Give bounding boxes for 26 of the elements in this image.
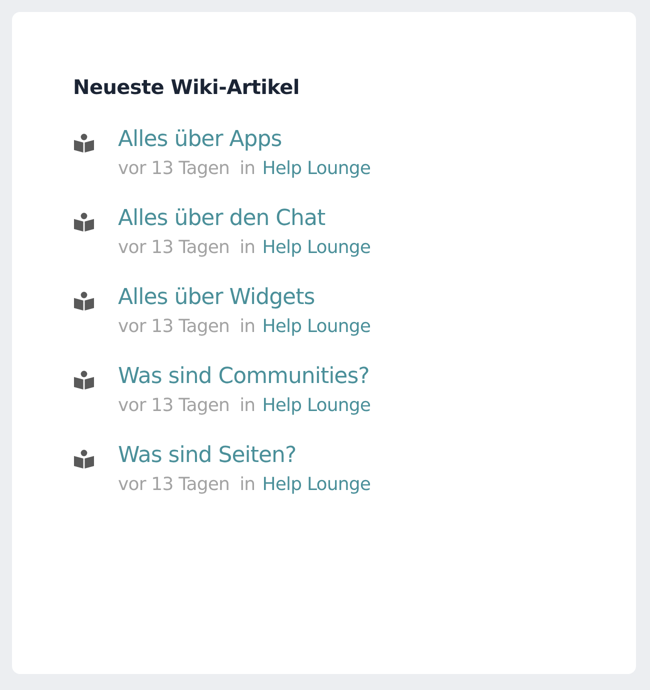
book-reader-icon [73, 291, 95, 311]
book-reader-icon [73, 370, 95, 390]
article-link[interactable]: Alles über Widgets [118, 285, 371, 310]
preposition-text: in [240, 158, 256, 179]
article-age: vor 13 Tagen [118, 158, 230, 179]
article-age: vor 13 Tagen [118, 395, 230, 416]
preposition-text: in [240, 395, 256, 416]
article-age: vor 13 Tagen [118, 237, 230, 258]
book-reader-icon [73, 133, 95, 153]
book-reader-icon [73, 449, 95, 469]
article-link[interactable]: Was sind Communities? [118, 364, 371, 389]
community-link[interactable]: Help Lounge [262, 158, 371, 179]
community-link[interactable]: Help Lounge [262, 474, 371, 495]
article-link[interactable]: Alles über Apps [118, 127, 371, 152]
book-reader-icon [73, 212, 95, 232]
preposition-text: in [240, 316, 256, 337]
community-link[interactable]: Help Lounge [262, 237, 371, 258]
community-link[interactable]: Help Lounge [262, 316, 371, 337]
article-age: vor 13 Tagen [118, 316, 230, 337]
widget-title: Neueste Wiki-Artikel [73, 75, 300, 99]
article-age: vor 13 Tagen [118, 474, 230, 495]
article-link[interactable]: Was sind Seiten? [118, 443, 371, 468]
article-link[interactable]: Alles über den Chat [118, 206, 371, 231]
community-link[interactable]: Help Lounge [262, 395, 371, 416]
preposition-text: in [240, 474, 256, 495]
preposition-text: in [240, 237, 256, 258]
